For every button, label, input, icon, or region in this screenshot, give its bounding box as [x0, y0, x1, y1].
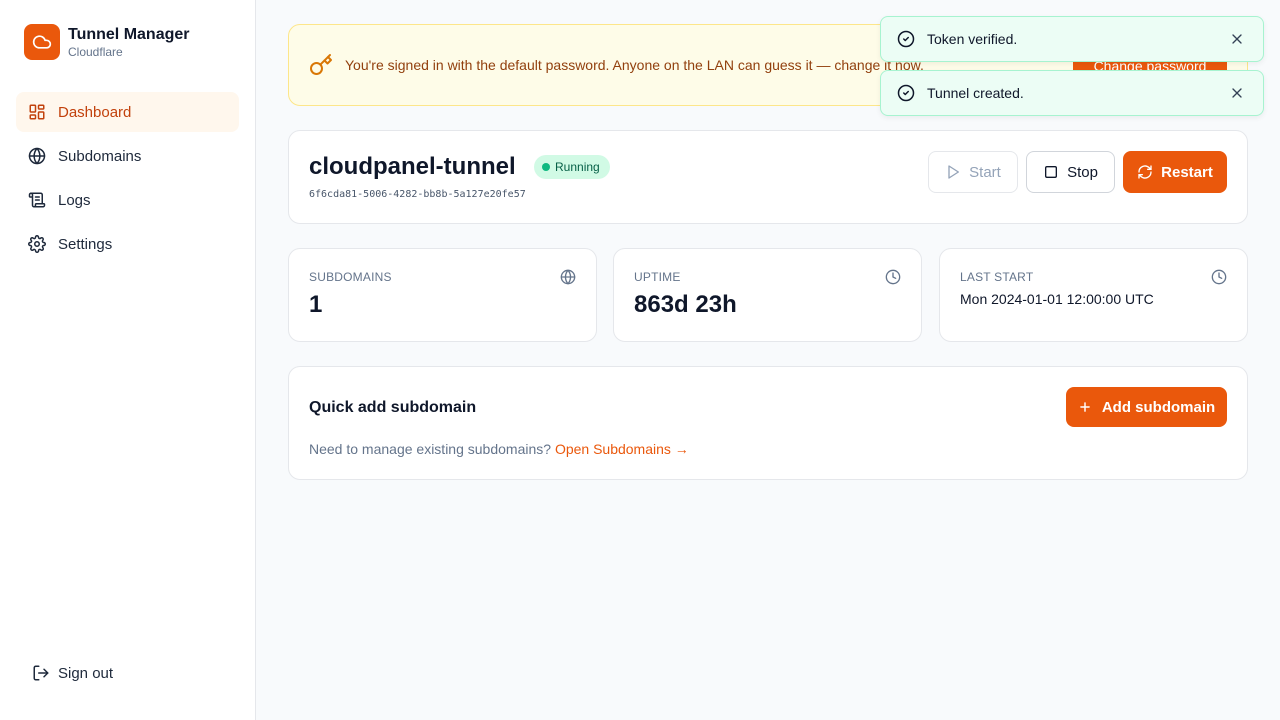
sidebar-item-dashboard[interactable]: Dashboard: [16, 92, 239, 132]
play-icon: [948, 165, 960, 179]
tunnel-id: 6f6cda81-5006-4282-bb8b-5a127e20fe57: [309, 189, 526, 200]
dashboard-icon: [29, 104, 45, 120]
toast-token-verified: Token verified.: [880, 16, 1264, 62]
globe-icon: [28, 147, 46, 165]
stop-label: Stop: [1067, 163, 1098, 181]
sidebar: Tunnel Manager Cloudflare Dashboard Subd…: [0, 0, 256, 720]
sidebar-item-label: Dashboard: [58, 103, 132, 121]
quick-add-title: Quick add subdomain: [309, 399, 477, 416]
close-icon[interactable]: [1229, 31, 1245, 47]
sign-out-label: Sign out: [58, 664, 114, 682]
gear-icon: [28, 235, 46, 253]
check-circle-icon: [897, 30, 915, 48]
add-subdomain-label: Add subdomain: [1101, 398, 1216, 416]
brand-subtitle: Cloudflare: [68, 45, 123, 59]
globe-icon: [560, 269, 576, 285]
restart-button[interactable]: Restart: [1123, 151, 1227, 193]
toast-text: Tunnel created.: [927, 85, 1024, 101]
stat-card-subdomains: SUBDOMAINS 1: [288, 248, 597, 342]
start-label: Start: [969, 163, 1001, 181]
tunnel-name: cloudpanel-tunnel: [309, 153, 516, 180]
stat-card-uptime: UPTIME 863d 23h: [613, 248, 922, 342]
sidebar-item-label: Logs: [58, 191, 91, 209]
clock-icon: [885, 269, 901, 285]
add-subdomain-button[interactable]: Add subdomain: [1066, 387, 1227, 427]
banner-text: You're signed in with the default passwo…: [345, 57, 924, 73]
key-icon: [310, 54, 332, 75]
status-dot: [542, 163, 550, 171]
sidebar-item-label: Subdomains: [58, 147, 142, 165]
log-out-icon: [33, 665, 49, 681]
sidebar-item-settings[interactable]: Settings: [16, 224, 239, 264]
square-icon: [1045, 166, 1058, 178]
sidebar-item-logs[interactable]: Logs: [16, 180, 239, 220]
toast-tunnel-created: Tunnel created.: [880, 70, 1264, 116]
sidebar-item-subdomains[interactable]: Subdomains: [16, 136, 239, 176]
stat-label: LAST START: [960, 270, 1034, 284]
toast-text: Token verified.: [927, 31, 1018, 47]
close-icon[interactable]: [1229, 85, 1245, 101]
restart-label: Restart: [1161, 163, 1213, 181]
stat-value: 1: [309, 291, 323, 318]
sign-out-button[interactable]: Sign out: [32, 664, 113, 682]
stat-card-last-start: LAST START Mon 2024-01-01 12:00:00 UTC: [939, 248, 1248, 342]
open-subdomains-link[interactable]: Open Subdomains →: [555, 441, 689, 457]
status-text: Running: [555, 160, 600, 174]
quick-add-card: Quick add subdomain Add subdomain Need t…: [288, 366, 1248, 480]
scroll-icon: [28, 192, 46, 208]
refresh-icon: [1138, 165, 1152, 179]
plus-icon: [1080, 402, 1090, 412]
brand-title: Tunnel Manager: [68, 26, 190, 43]
sidebar-item-label: Settings: [58, 235, 113, 253]
sidebar-nav: Dashboard Subdomains Logs Settings: [16, 92, 239, 268]
status-badge: Running: [534, 155, 610, 179]
stop-button[interactable]: Stop: [1026, 151, 1115, 193]
quick-add-desc-text: Need to manage existing subdomains?: [309, 441, 552, 457]
tunnel-card: cloudpanel-tunnel Running 6f6cda81-5006-…: [288, 130, 1248, 224]
check-circle-icon: [897, 84, 915, 102]
clock-icon: [1211, 269, 1227, 285]
quick-add-description: Need to manage existing subdomains? Open…: [309, 441, 689, 457]
stat-label: UPTIME: [634, 270, 681, 284]
stat-value: Mon 2024-01-01 12:00:00 UTC: [960, 291, 1154, 307]
start-button[interactable]: Start: [928, 151, 1018, 193]
stat-label: SUBDOMAINS: [309, 270, 392, 284]
stat-value: 863d 23h: [634, 291, 737, 318]
brand: Tunnel Manager Cloudflare: [24, 24, 190, 60]
cloud-icon: [24, 24, 60, 60]
